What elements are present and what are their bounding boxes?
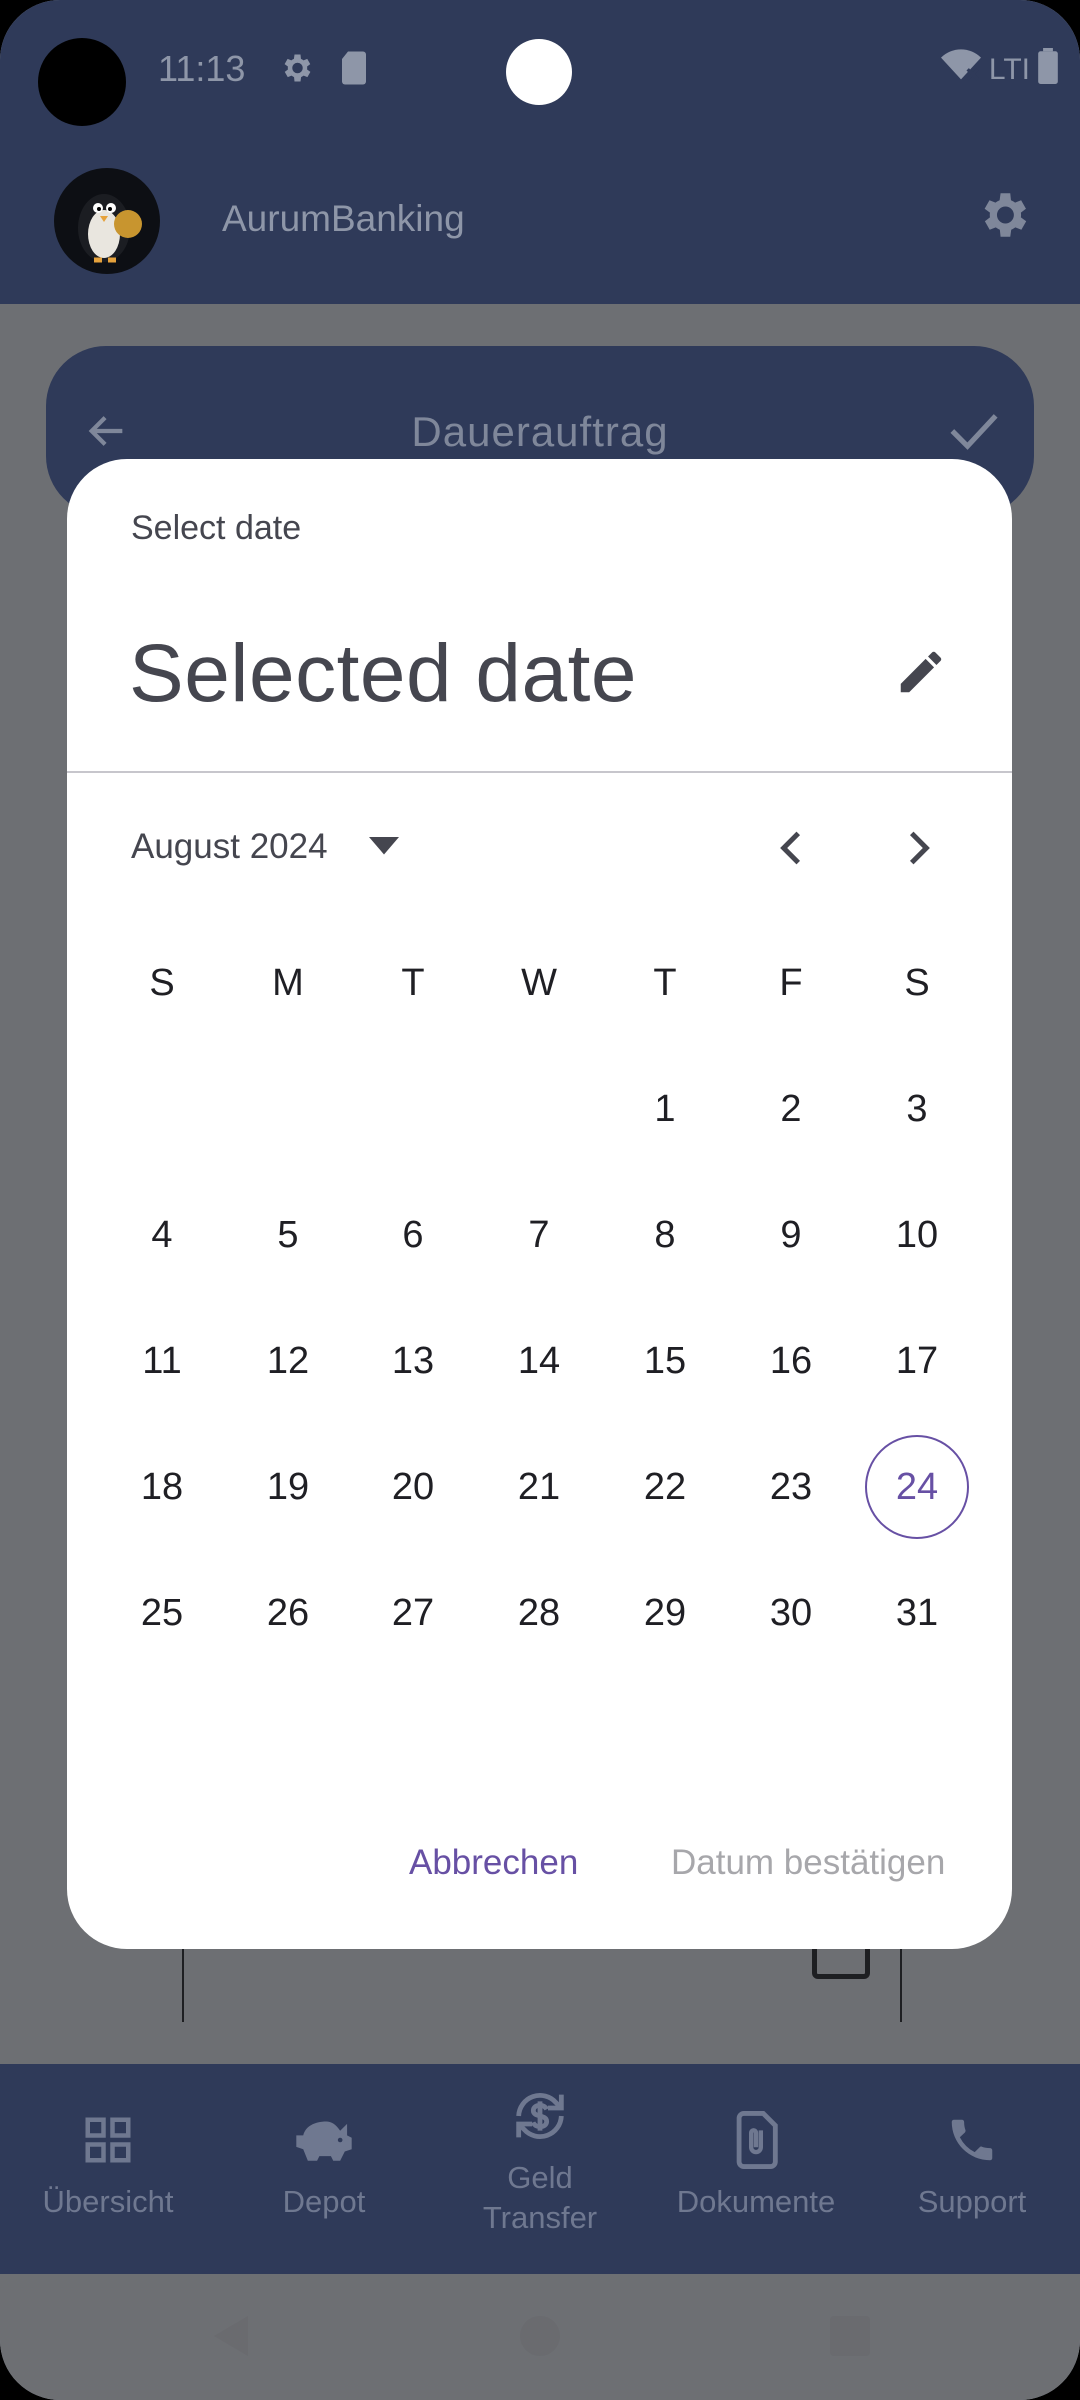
calendar-day[interactable]: 2 — [736, 1054, 846, 1164]
weekday-header: S — [904, 961, 930, 1004]
system-home-icon[interactable] — [520, 2316, 560, 2361]
calendar-day[interactable]: 15 — [610, 1306, 720, 1416]
network-label: LTI — [988, 53, 1030, 86]
app-logo-avatar — [54, 168, 160, 274]
next-month-chevron-icon[interactable] — [893, 823, 943, 878]
calendar-day[interactable]: 3 — [862, 1054, 972, 1164]
calendar-day[interactable]: 12 — [233, 1306, 343, 1416]
calendar-day[interactable]: 1 — [610, 1054, 720, 1164]
confirm-date-button[interactable]: Datum bestätigen — [671, 1843, 945, 1883]
calendar-day[interactable]: 23 — [736, 1432, 846, 1542]
form-field-outline — [182, 1940, 902, 2022]
piggy-bank-icon — [294, 2108, 354, 2172]
phone-icon — [945, 2108, 999, 2172]
weekday-header: S — [149, 961, 175, 1004]
calendar-day[interactable]: 14 — [484, 1306, 594, 1416]
dialog-heading: Select date — [131, 509, 302, 547]
calendar-day[interactable]: 17 — [862, 1306, 972, 1416]
calendar-day[interactable]: 6 — [358, 1180, 468, 1290]
calendar-day[interactable]: 13 — [358, 1306, 468, 1416]
grid-icon — [81, 2108, 135, 2172]
dropdown-arrow-icon[interactable] — [369, 837, 399, 862]
calendar-day[interactable]: 20 — [358, 1432, 468, 1542]
calendar-day[interactable]: 21 — [484, 1432, 594, 1542]
nav-label-depot: Depot — [282, 2184, 366, 2219]
calendar-day[interactable]: 28 — [484, 1558, 594, 1668]
confirm-check-icon[interactable] — [948, 408, 1000, 459]
nav-item-uebersicht[interactable]: Übersicht — [0, 2064, 216, 2274]
calendar-day[interactable]: 9 — [736, 1180, 846, 1290]
calendar-day[interactable]: 8 — [610, 1180, 720, 1290]
calendar-day[interactable]: 4 — [107, 1180, 217, 1290]
document-attachment-icon — [731, 2108, 781, 2172]
calendar-day[interactable]: 29 — [610, 1558, 720, 1668]
weekday-header: M — [272, 961, 304, 1004]
nav-item-dokumente[interactable]: Dokumente — [648, 2064, 864, 2274]
sd-card-icon — [338, 50, 370, 91]
calendar-day[interactable]: 25 — [107, 1558, 217, 1668]
settings-status-icon — [278, 50, 314, 91]
calendar-day[interactable]: 5 — [233, 1180, 343, 1290]
nav-label-support: Support — [917, 2184, 1027, 2219]
bottom-navigation: Übersicht Depot Geld Transfer Dokumente … — [0, 2064, 1080, 2274]
system-back-icon[interactable] — [214, 2316, 248, 2361]
previous-month-chevron-icon[interactable] — [767, 823, 817, 878]
nav-label-uebersicht: Übersicht — [42, 2184, 174, 2219]
weekday-header: W — [521, 961, 557, 1004]
nav-label-dokumente: Dokumente — [676, 2184, 836, 2219]
selected-date-headline: Selected date — [129, 628, 637, 719]
weekday-header: F — [779, 961, 803, 1004]
calendar-day[interactable]: 19 — [233, 1432, 343, 1542]
calendar-day[interactable]: 11 — [107, 1306, 217, 1416]
calendar-day[interactable]: 27 — [358, 1558, 468, 1668]
dialog-divider — [67, 771, 1012, 773]
edit-pencil-icon[interactable] — [894, 645, 948, 704]
calendar-day[interactable]: 22 — [610, 1432, 720, 1542]
calendar-day[interactable]: 30 — [736, 1558, 846, 1668]
calendar-day[interactable]: 10 — [862, 1180, 972, 1290]
system-navigation-bar — [0, 2274, 1080, 2400]
nav-label-geld-transfer: Geld Transfer — [482, 2160, 598, 2235]
front-camera — [38, 38, 126, 126]
month-year-selector[interactable]: August 2024 — [131, 827, 328, 867]
calendar-day[interactable]: 7 — [484, 1180, 594, 1290]
screen: 11:13 LTI AurumBanking Dauerauftrag Über… — [0, 0, 1080, 2400]
cancel-button[interactable]: Abbrechen — [409, 1843, 578, 1883]
status-center-dot — [506, 39, 572, 105]
weekday-header: T — [401, 961, 425, 1004]
date-picker-dialog: Select date Selected date August 2024 S M… — [67, 459, 1012, 1949]
weekday-header: T — [653, 961, 677, 1004]
money-transfer-icon — [508, 2084, 572, 2148]
calendar-day[interactable]: 18 — [107, 1432, 217, 1542]
wifi-off-icon — [940, 49, 981, 91]
nav-item-geld-transfer[interactable]: Geld Transfer — [432, 2064, 648, 2274]
calendar-day[interactable]: 26 — [233, 1558, 343, 1668]
status-time: 11:13 — [158, 48, 246, 89]
nav-item-depot[interactable]: Depot — [216, 2064, 432, 2274]
battery-icon — [1038, 48, 1058, 92]
nav-item-support[interactable]: Support — [864, 2064, 1080, 2274]
calendar-day[interactable]: 31 — [862, 1558, 972, 1668]
status-right-group: LTI — [940, 48, 1058, 92]
card-title: Dauerauftrag — [411, 408, 669, 455]
calendar-day[interactable]: 16 — [736, 1306, 846, 1416]
settings-gear-icon[interactable] — [974, 186, 1032, 249]
system-recents-icon[interactable] — [830, 2316, 870, 2361]
status-bar: 11:13 LTI — [0, 0, 1080, 140]
calendar-day-selected[interactable]: 24 — [865, 1435, 969, 1539]
app-title: AurumBanking — [222, 198, 465, 239]
